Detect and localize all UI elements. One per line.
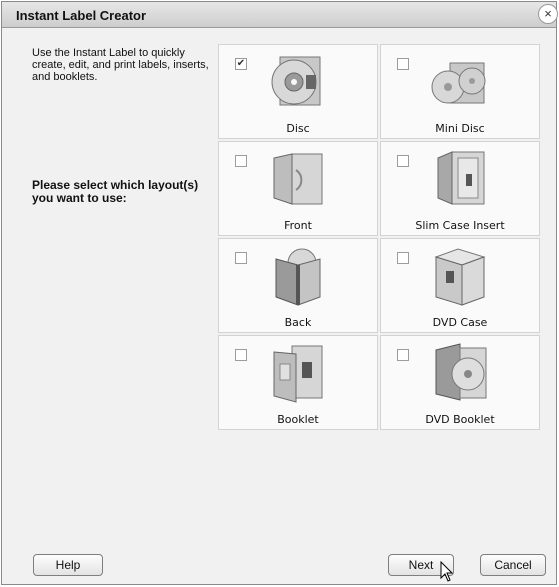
dvd-booklet-checkbox[interactable] [397,349,409,361]
layout-label: DVD Case [432,316,488,329]
mini-disc-checkbox[interactable] [397,58,409,70]
layout-tile-back[interactable]: Back [218,238,378,333]
layout-tile-mini-disc[interactable]: Mini Disc [380,44,540,139]
front-checkbox[interactable] [235,155,247,167]
layout-label: DVD Booklet [425,413,495,426]
slim-case-insert-icon [437,151,485,205]
disc-icon [271,56,321,106]
dvd-booklet-icon [435,343,487,401]
layout-label: Back [284,316,312,329]
mini-disc-icon [431,62,486,104]
help-button[interactable]: Help [33,554,103,576]
layout-tile-front[interactable]: Front [218,141,378,236]
window-title: Instant Label Creator [16,8,147,23]
layout-label: Booklet [277,413,319,426]
booklet-icon [273,345,323,403]
close-button[interactable]: × [538,4,558,24]
layout-tile-slim-case-insert[interactable]: Slim Case Insert [380,141,540,236]
dvd-case-checkbox[interactable] [397,252,409,264]
intro-text: Use the Instant Label to quickly create,… [32,47,209,83]
layout-tile-booklet[interactable]: Booklet [218,335,378,430]
layout-label: Disc [286,122,310,135]
layout-grid: ✔ Disc Mini Disc Front Slim Case Insert … [218,44,540,430]
layout-label: Slim Case Insert [415,219,505,232]
layout-label: Mini Disc [435,122,485,135]
dvd-case-icon [434,248,486,306]
cancel-button[interactable]: Cancel [480,554,546,576]
back-cover-icon [275,248,321,306]
layout-tile-disc[interactable]: ✔ Disc [218,44,378,139]
front-cover-icon [273,153,323,205]
back-checkbox[interactable] [235,252,247,264]
booklet-checkbox[interactable] [235,349,247,361]
layout-tile-dvd-case[interactable]: DVD Case [380,238,540,333]
disc-checkbox[interactable]: ✔ [235,58,247,70]
mouse-pointer-icon [440,561,454,582]
layout-prompt: Please select which layout(s) you want t… [32,178,199,205]
layout-tile-dvd-booklet[interactable]: DVD Booklet [380,335,540,430]
slim-case-insert-checkbox[interactable] [397,155,409,167]
dialog-window: Instant Label Creator × Use the Instant … [1,1,558,585]
layout-label: Front [284,219,312,232]
title-bar[interactable]: Instant Label Creator [2,2,556,28]
